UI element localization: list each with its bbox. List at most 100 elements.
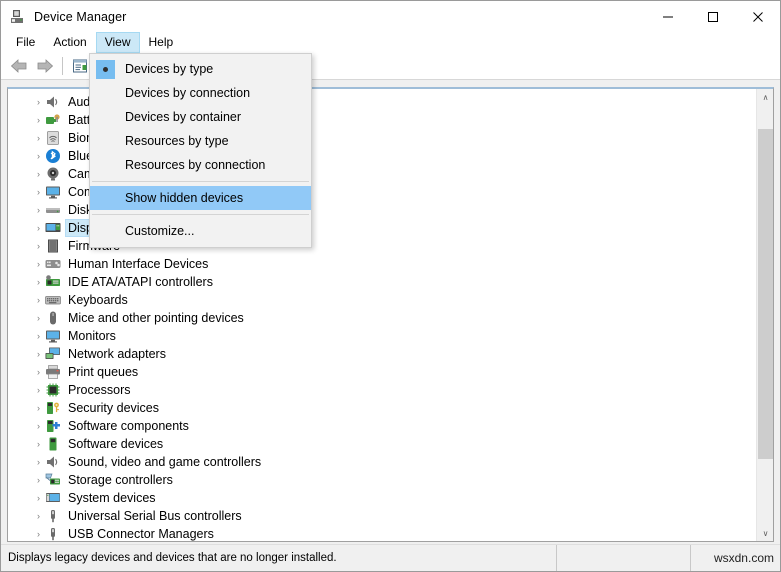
tree-item-processors[interactable]: ›Processors: [8, 381, 753, 399]
printer-icon: [45, 364, 61, 380]
chevron-right-icon[interactable]: ›: [32, 350, 45, 359]
mouse-icon: [45, 310, 61, 326]
menu-view[interactable]: View: [96, 32, 140, 53]
tree-item-universal-serial-bus-controllers[interactable]: ›Universal Serial Bus controllers: [8, 507, 753, 525]
chevron-right-icon[interactable]: ›: [32, 278, 45, 287]
tree-item-label: Storage controllers: [66, 472, 175, 488]
tree-item-label: Sound, video and game controllers: [66, 454, 263, 470]
tree-item-mice-and-other-pointing-devices[interactable]: ›Mice and other pointing devices: [8, 309, 753, 327]
title-bar: Device Manager: [1, 1, 780, 32]
tree-item-label: Software devices: [66, 436, 165, 452]
tree-item-security-devices[interactable]: › Security devices: [8, 399, 753, 417]
chevron-right-icon[interactable]: ›: [32, 440, 45, 449]
chevron-right-icon[interactable]: ›: [32, 314, 45, 323]
monitor-icon: [45, 328, 61, 344]
tree-item-label: Network adapters: [66, 346, 168, 362]
chevron-right-icon[interactable]: ›: [32, 296, 45, 305]
speaker-icon: [45, 454, 61, 470]
tree-item-sound-video-and-game-controllers[interactable]: › Sound, video and game controllers: [8, 453, 753, 471]
chevron-right-icon[interactable]: ›: [32, 512, 45, 521]
forward-arrow-icon[interactable]: [32, 55, 58, 77]
window-title: Device Manager: [34, 10, 126, 24]
tree-item-print-queues[interactable]: › Print queues: [8, 363, 753, 381]
window-controls: [645, 1, 780, 32]
status-message: Displays legacy devices and devices that…: [1, 545, 557, 571]
chevron-right-icon[interactable]: ›: [32, 422, 45, 431]
chevron-right-icon[interactable]: ›: [32, 368, 45, 377]
disk-drive-icon: [45, 202, 61, 218]
chevron-right-icon[interactable]: ›: [32, 242, 45, 251]
keyboard-icon: [45, 292, 61, 308]
chevron-right-icon[interactable]: ›: [32, 188, 45, 197]
chevron-right-icon[interactable]: ›: [32, 116, 45, 125]
tree-item-keyboards[interactable]: ›Keyboards: [8, 291, 753, 309]
tree-item-storage-controllers[interactable]: › Storage controllers: [8, 471, 753, 489]
tree-item-label: Monitors: [66, 328, 118, 344]
view-dropdown-menu[interactable]: Devices by type Devices by connection Devi…: [89, 53, 312, 248]
tree-item-software-devices[interactable]: › Software devices: [8, 435, 753, 453]
bluetooth-icon: [45, 148, 61, 164]
status-middle-panel: [557, 545, 691, 571]
watermark: wsxdn.com: [691, 545, 780, 571]
chevron-right-icon[interactable]: ›: [32, 386, 45, 395]
chevron-right-icon[interactable]: ›: [32, 458, 45, 467]
security-device-icon: [45, 400, 61, 416]
chevron-right-icon[interactable]: ›: [32, 206, 45, 215]
menu-option-resources-by-type[interactable]: Resources by type: [90, 129, 311, 153]
minimize-button[interactable]: [645, 1, 690, 32]
tree-item-label: Print queues: [66, 364, 140, 380]
back-arrow-icon[interactable]: [6, 55, 32, 77]
maximize-button[interactable]: [690, 1, 735, 32]
tree-item-system-devices[interactable]: › System devices: [8, 489, 753, 507]
chevron-right-icon[interactable]: ›: [32, 98, 45, 107]
vertical-scrollbar[interactable]: ∧ ∨: [756, 89, 773, 542]
menu-option-customize[interactable]: Customize...: [90, 219, 311, 243]
chevron-right-icon[interactable]: ›: [32, 170, 45, 179]
menu-option-label: Devices by type: [125, 62, 213, 76]
menu-option-label: Devices by connection: [125, 86, 250, 100]
chevron-right-icon[interactable]: ›: [32, 530, 45, 539]
chevron-right-icon[interactable]: ›: [32, 494, 45, 503]
tree-item-label: USB Connector Managers: [66, 526, 216, 542]
menu-action[interactable]: Action: [44, 32, 95, 53]
scroll-up-button[interactable]: ∧: [757, 89, 774, 106]
chevron-right-icon[interactable]: ›: [32, 332, 45, 341]
tree-item-label: System devices: [66, 490, 158, 506]
software-component-icon: [45, 418, 61, 434]
menu-separator: [92, 214, 309, 215]
chevron-right-icon[interactable]: ›: [32, 152, 45, 161]
menu-option-devices-by-container[interactable]: Devices by container: [90, 105, 311, 129]
tree-item-label: Security devices: [66, 400, 161, 416]
radio-selected-icon: [96, 60, 115, 79]
tree-item-network-adapters[interactable]: › Network adapters: [8, 345, 753, 363]
chevron-right-icon[interactable]: ›: [32, 224, 45, 233]
menu-option-resources-by-connection[interactable]: Resources by connection: [90, 153, 311, 177]
network-adapter-icon: [45, 346, 61, 362]
menu-bar: File Action View Help: [1, 32, 780, 53]
monitor-icon: [45, 184, 61, 200]
menu-option-show-hidden-devices[interactable]: Show hidden devices: [90, 186, 311, 210]
menu-option-label: Resources by type: [125, 134, 229, 148]
menu-file[interactable]: File: [7, 32, 44, 53]
chevron-right-icon[interactable]: ›: [32, 476, 45, 485]
menu-option-label: Resources by connection: [125, 158, 265, 172]
chevron-right-icon[interactable]: ›: [32, 404, 45, 413]
ide-controller-icon: [45, 274, 61, 290]
chevron-right-icon[interactable]: ›: [32, 260, 45, 269]
menu-help[interactable]: Help: [140, 32, 183, 53]
processor-icon: [45, 382, 61, 398]
menu-option-devices-by-type[interactable]: Devices by type: [90, 57, 311, 81]
menu-option-label: Devices by container: [125, 110, 241, 124]
scrollbar-thumb[interactable]: [758, 129, 773, 459]
tree-item-monitors[interactable]: › Monitors: [8, 327, 753, 345]
camera-icon: [45, 166, 61, 182]
tree-item-human-interface-devices[interactable]: ›Human Interface Devices: [8, 255, 753, 273]
tree-item-software-components[interactable]: ›Software components: [8, 417, 753, 435]
tree-item-usb-connector-managers[interactable]: › USB Connector Managers: [8, 525, 753, 542]
system-device-icon: [45, 490, 61, 506]
scroll-down-button[interactable]: ∨: [757, 525, 774, 542]
chevron-right-icon[interactable]: ›: [32, 134, 45, 143]
menu-option-devices-by-connection[interactable]: Devices by connection: [90, 81, 311, 105]
close-button[interactable]: [735, 1, 780, 32]
tree-item-ide-ata-atapi-controllers[interactable]: ›IDE ATA/ATAPI controllers: [8, 273, 753, 291]
